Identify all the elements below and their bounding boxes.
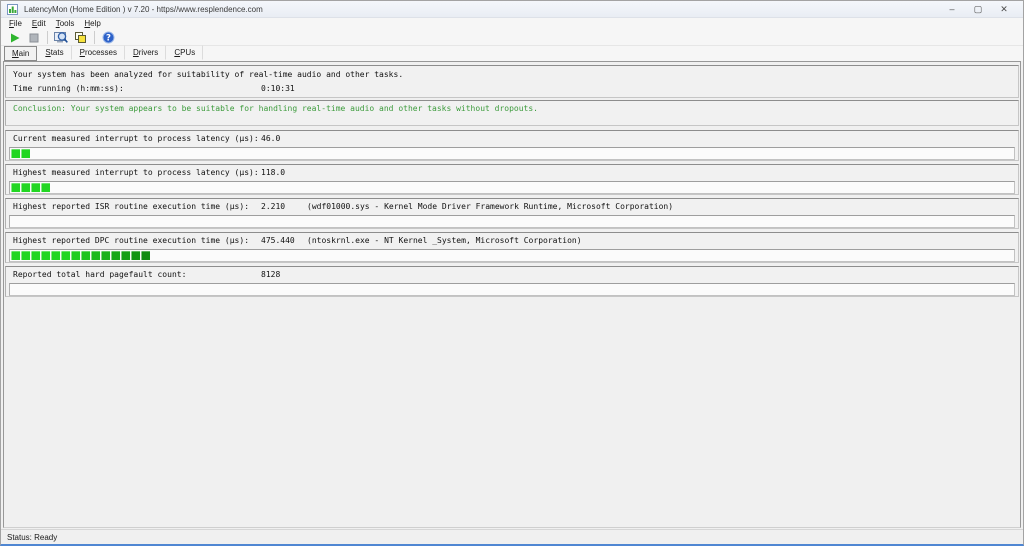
meter-box-0: Current measured interrupt to process la… [5, 130, 1019, 161]
meter-bar [9, 283, 1015, 296]
meter-segment [61, 251, 70, 260]
toolbar-separator [94, 31, 95, 44]
latencymon-window: LatencyMon (Home Edition ) v 7.20 - http… [0, 0, 1024, 546]
time-running-label: Time running (h:mm:ss): [13, 84, 124, 93]
meter-value: 46.0 [261, 134, 280, 143]
tab-cpus[interactable]: CPUs [166, 45, 203, 60]
menu-item-edit[interactable]: Edit [27, 18, 51, 30]
help-button[interactable]: ? [99, 30, 118, 45]
meter-value: 118.0 [261, 168, 285, 177]
meter-segment [41, 251, 50, 260]
stop-icon [28, 32, 40, 44]
titlebar[interactable]: LatencyMon (Home Edition ) v 7.20 - http… [1, 1, 1023, 18]
main-report: Your system has been analyzed for suitab… [3, 61, 1021, 528]
meter-bar [9, 147, 1015, 160]
analyze-icon [54, 31, 69, 44]
maximize-button[interactable]: ▢ [965, 2, 991, 17]
meter-segment [71, 251, 80, 260]
minimize-button[interactable]: – [939, 2, 965, 17]
meter-value: 475.440 [261, 236, 295, 245]
meter-bar [9, 215, 1015, 228]
play-icon [9, 32, 21, 44]
meter-segment [31, 251, 40, 260]
meter-segment [11, 183, 20, 192]
system-summary-box: Your system has been analyzed for suitab… [5, 65, 1019, 98]
statusbar: Status: Ready [1, 529, 1023, 544]
meter-label: Highest reported ISR routine execution t… [13, 202, 249, 211]
meter-segment [31, 183, 40, 192]
meter-segment [111, 251, 120, 260]
tab-main[interactable]: Main [4, 46, 37, 61]
close-button[interactable]: ✕ [991, 2, 1017, 17]
conclusion-text: Conclusion: Your system appears to be su… [13, 104, 538, 113]
meter-segment [141, 251, 150, 260]
meter-detail: (ntoskrnl.exe - NT Kernel _System, Micro… [307, 236, 582, 245]
meter-segment [11, 251, 20, 260]
meter-bar [9, 181, 1015, 194]
status-text: Status: Ready [7, 533, 57, 542]
meter-segment [41, 183, 50, 192]
tab-drivers[interactable]: Drivers [125, 45, 166, 60]
meter-label: Reported total hard pagefault count: [13, 270, 186, 279]
meter-segment [21, 251, 30, 260]
meter-segment [11, 149, 20, 158]
svg-text:?: ? [106, 34, 111, 44]
window-controls: – ▢ ✕ [939, 2, 1017, 17]
tabstrip: MainStatsProcessesDriversCPUs [1, 46, 1023, 61]
meter-segment [101, 251, 110, 260]
help-icon: ? [102, 31, 115, 44]
meter-box-2: Highest reported ISR routine execution t… [5, 198, 1019, 229]
analyze-button[interactable] [52, 30, 71, 45]
window-title: LatencyMon (Home Edition ) v 7.20 - http… [24, 5, 263, 14]
meter-bar [9, 249, 1015, 262]
menu-item-file[interactable]: File [4, 18, 27, 30]
meter-segment [51, 251, 60, 260]
copy-button[interactable] [71, 30, 90, 45]
meter-label: Highest reported DPC routine execution t… [13, 236, 249, 245]
toolbar-separator [47, 31, 48, 44]
meter-value: 8128 [261, 270, 280, 279]
meter-segment [131, 251, 140, 260]
tab-stats[interactable]: Stats [37, 45, 71, 60]
menu-item-tools[interactable]: Tools [51, 18, 80, 30]
toolbar: ? [1, 30, 1023, 46]
meter-segment [21, 149, 30, 158]
time-running-value: 0:10:31 [261, 84, 295, 93]
analysis-text: Your system has been analyzed for suitab… [13, 70, 403, 79]
meter-label: Highest measured interrupt to process la… [13, 168, 259, 177]
meter-segment [91, 251, 100, 260]
meter-segment [81, 251, 90, 260]
conclusion-box: Conclusion: Your system appears to be su… [5, 100, 1019, 126]
copy-icon [74, 31, 87, 44]
menu-item-help[interactable]: Help [79, 18, 105, 30]
meter-box-3: Highest reported DPC routine execution t… [5, 232, 1019, 263]
meter-box-4: Reported total hard pagefault count: 8128 [5, 266, 1019, 297]
menubar: FileEditToolsHelp [1, 18, 1023, 30]
tab-processes[interactable]: Processes [72, 45, 125, 60]
meter-segment [121, 251, 130, 260]
meter-detail: (wdf01000.sys - Kernel Mode Driver Frame… [307, 202, 673, 211]
meter-label: Current measured interrupt to process la… [13, 134, 259, 143]
play-button[interactable] [5, 30, 24, 45]
meter-value: 2.210 [261, 202, 285, 211]
meter-box-1: Highest measured interrupt to process la… [5, 164, 1019, 195]
stop-button[interactable] [24, 30, 43, 45]
meter-segment [21, 183, 30, 192]
app-icon [7, 4, 18, 15]
